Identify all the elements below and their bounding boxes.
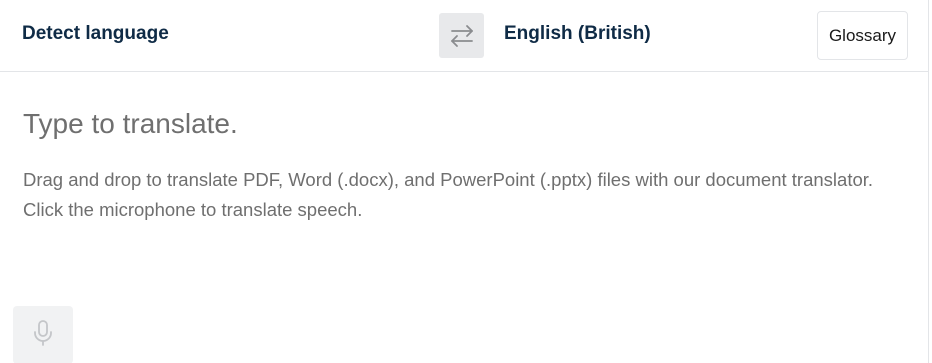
- swap-languages-button[interactable]: [439, 13, 484, 58]
- input-hint: Drag and drop to translate PDF, Word (.d…: [23, 165, 883, 225]
- microphone-button[interactable]: [13, 306, 73, 363]
- input-placeholder: Type to translate.: [23, 108, 238, 139]
- microphone-icon: [32, 319, 54, 352]
- target-language-selector[interactable]: English (British): [504, 23, 651, 45]
- language-bar: Detect language English (British) Glossa…: [0, 0, 928, 72]
- speech-hint-text: Click the microphone to translate speech…: [23, 199, 363, 220]
- source-language-selector[interactable]: Detect language: [22, 23, 169, 45]
- panel-divider: [928, 0, 929, 363]
- glossary-button[interactable]: Glossary: [817, 11, 908, 60]
- source-text-area[interactable]: Type to translate. Drag and drop to tran…: [0, 73, 928, 363]
- document-hint-text: Drag and drop to translate PDF, Word (.d…: [23, 169, 874, 190]
- translator-panel: Detect language English (British) Glossa…: [0, 0, 932, 363]
- swap-arrows-icon: [449, 24, 475, 48]
